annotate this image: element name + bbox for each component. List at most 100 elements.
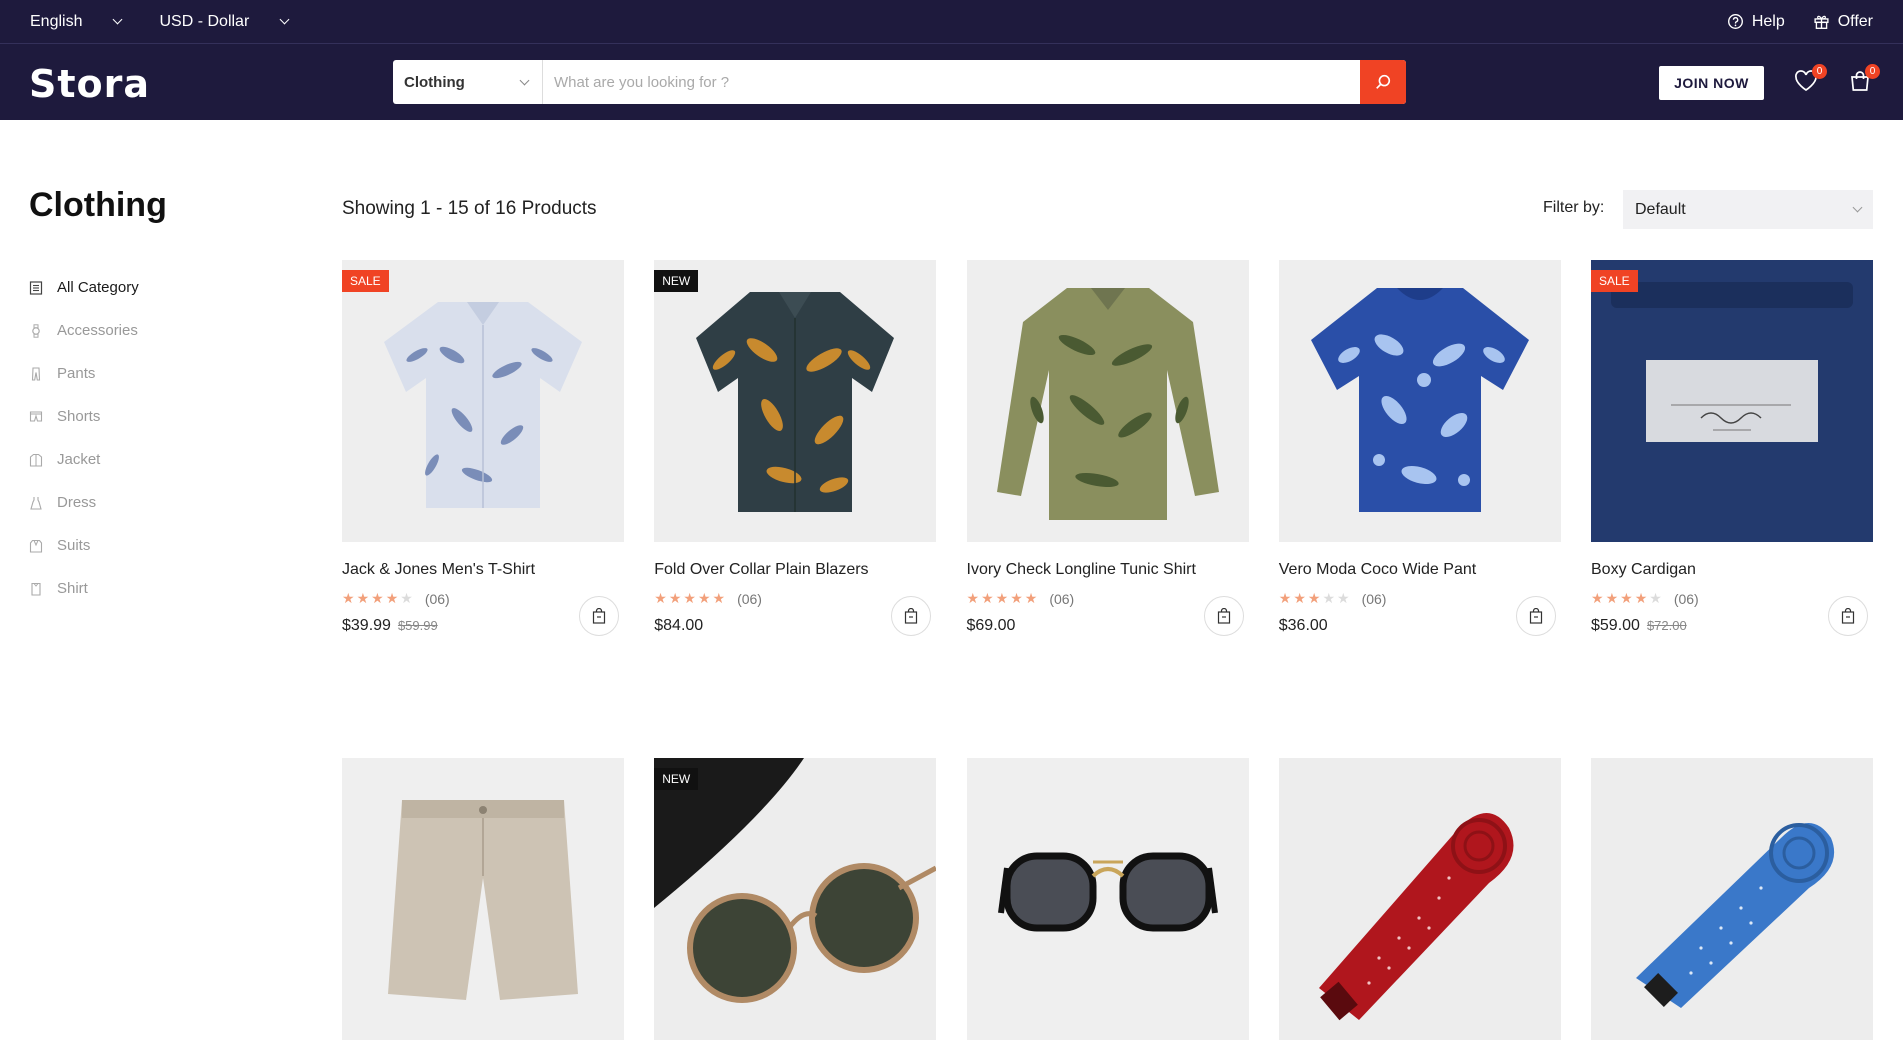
wishlist-count-badge: 0: [1812, 64, 1827, 79]
product-card: [1591, 758, 1873, 1040]
sale-badge: SALE: [342, 270, 389, 292]
filter-select[interactable]: Default: [1623, 190, 1873, 229]
category-item-pants[interactable]: Pants: [29, 352, 139, 395]
add-to-cart-button[interactable]: [1203, 596, 1244, 636]
star-icon: ★: [697, 590, 711, 606]
star-icon: ★: [400, 590, 413, 606]
star-icon: ★: [1634, 590, 1648, 606]
star-icon: ★: [966, 590, 980, 606]
product-image[interactable]: [966, 758, 1249, 1040]
product-image[interactable]: [966, 260, 1249, 542]
top-bar: English USD - Dollar Help Offer: [0, 0, 1903, 44]
sunglasses-black-image: [966, 758, 1249, 1040]
add-to-cart-button[interactable]: [891, 596, 932, 636]
star-icon: ★: [385, 590, 399, 606]
language-select[interactable]: English: [30, 12, 123, 31]
shopping-bag-icon: [1217, 608, 1230, 624]
floral-shirt-image: [342, 260, 624, 542]
search-category-select[interactable]: Clothing: [393, 60, 543, 104]
product-card: [1278, 758, 1561, 1040]
new-badge: NEW: [654, 768, 699, 790]
category-label: Jacket: [57, 451, 101, 468]
product-name[interactable]: Fold Over Collar Plain Blazers: [654, 561, 936, 579]
product-image[interactable]: [342, 758, 624, 1040]
offer-link[interactable]: Offer: [1813, 13, 1873, 31]
dress-icon: [30, 496, 42, 510]
cart-button[interactable]: 0: [1849, 64, 1880, 97]
category-item-jacket[interactable]: Jacket: [29, 438, 139, 481]
product-image[interactable]: SALE: [342, 260, 624, 542]
search-input[interactable]: [543, 60, 1360, 104]
current-price: $59.00: [1591, 617, 1640, 634]
sale-badge: SALE: [1591, 270, 1638, 292]
star-icon: ★: [995, 590, 1009, 606]
category-item-shirt[interactable]: Shirt: [29, 567, 139, 610]
product-card: NEW Fold Over Collar Plain Blazers ★ ★ ★…: [654, 260, 937, 636]
current-price: $84.00: [654, 617, 704, 634]
category-item-accessories[interactable]: Accessories: [29, 309, 139, 352]
add-to-cart-button[interactable]: [1515, 596, 1556, 636]
cart-count-badge: 0: [1865, 64, 1880, 79]
product-grid: SALE Jack & Jones Men's T-Shirt ★ ★ ★ ★ …: [342, 260, 1873, 1040]
shopping-bag-icon: [1529, 608, 1542, 624]
blazer-label-image: [1591, 260, 1873, 542]
star-icon: ★: [1649, 590, 1662, 606]
gift-icon: [1814, 15, 1829, 29]
language-label: English: [30, 12, 83, 30]
sunglasses-round-image: [654, 758, 937, 1040]
add-to-cart-button[interactable]: [1828, 596, 1868, 636]
leaf-shirt-image: [654, 260, 937, 542]
filter-label: Filter by:: [1543, 199, 1605, 216]
star-icon: ★: [981, 590, 994, 606]
search-button[interactable]: [1360, 60, 1406, 104]
star-icon: ★: [356, 590, 370, 606]
list-icon: [29, 280, 43, 295]
product-card: SALE Jack & Jones Men's T-Shirt ★ ★ ★ ★ …: [342, 260, 624, 636]
add-to-cart-button[interactable]: [579, 596, 619, 636]
chevron-down-icon: [519, 75, 530, 85]
review-count: (06): [1673, 590, 1699, 607]
help-link[interactable]: Help: [1727, 13, 1785, 31]
currency-select[interactable]: USD - Dollar: [159, 13, 290, 31]
product-image[interactable]: SALE: [1591, 260, 1873, 542]
category-label: Suits: [57, 537, 91, 554]
shorts-image: [342, 758, 624, 1040]
product-card: Ivory Check Longline Tunic Shirt ★ ★ ★ ★ ★ (…: [966, 260, 1249, 636]
shopping-bag-icon: [1841, 608, 1855, 624]
join-now-button[interactable]: JOIN NOW: [1659, 66, 1764, 100]
product-name[interactable]: Boxy Cardigan: [1591, 561, 1873, 579]
search-icon: [1376, 74, 1391, 89]
chevron-down-icon: [279, 14, 290, 25]
help-label: Help: [1751, 12, 1785, 30]
logo[interactable]: Stora: [29, 62, 150, 106]
product-name[interactable]: Ivory Check Longline Tunic Shirt: [967, 561, 1249, 579]
category-item-all[interactable]: All Category: [29, 266, 139, 309]
product-image[interactable]: NEW: [654, 758, 937, 1040]
product-image[interactable]: [1278, 260, 1561, 542]
product-name[interactable]: Jack & Jones Men's T-Shirt: [342, 561, 624, 579]
product-image[interactable]: NEW: [654, 260, 937, 542]
chevron-down-icon: [113, 14, 123, 25]
product-card: Vero Moda Coco Wide Pant ★ ★ ★ ★ ★ (06) $36.…: [1278, 260, 1561, 636]
product-image[interactable]: [1591, 758, 1873, 1040]
star-icon: ★: [668, 590, 682, 606]
star-icon: ★: [1591, 590, 1604, 606]
category-label: Shirt: [57, 580, 88, 597]
pants-icon: [31, 366, 41, 381]
suit-icon: [29, 539, 43, 553]
offer-label: Offer: [1837, 12, 1873, 30]
product-name[interactable]: Vero Moda Coco Wide Pant: [1279, 561, 1561, 579]
main-header: Stora Clothing JOIN NOW 0 0: [0, 44, 1903, 120]
new-badge: NEW: [654, 270, 699, 292]
star-icon: ★: [654, 590, 667, 606]
shopping-bag-icon: [592, 608, 606, 624]
category-item-suits[interactable]: Suits: [29, 524, 139, 567]
product-image[interactable]: [1278, 758, 1561, 1040]
star-icon: ★: [1620, 590, 1633, 606]
search-category-label: Clothing: [404, 73, 465, 91]
category-title: Clothing: [29, 186, 167, 224]
category-item-dress[interactable]: Dress: [29, 481, 139, 524]
category-item-shorts[interactable]: Shorts: [29, 395, 139, 438]
wishlist-button[interactable]: 0: [1794, 64, 1827, 97]
star-icon: ★: [371, 590, 384, 606]
